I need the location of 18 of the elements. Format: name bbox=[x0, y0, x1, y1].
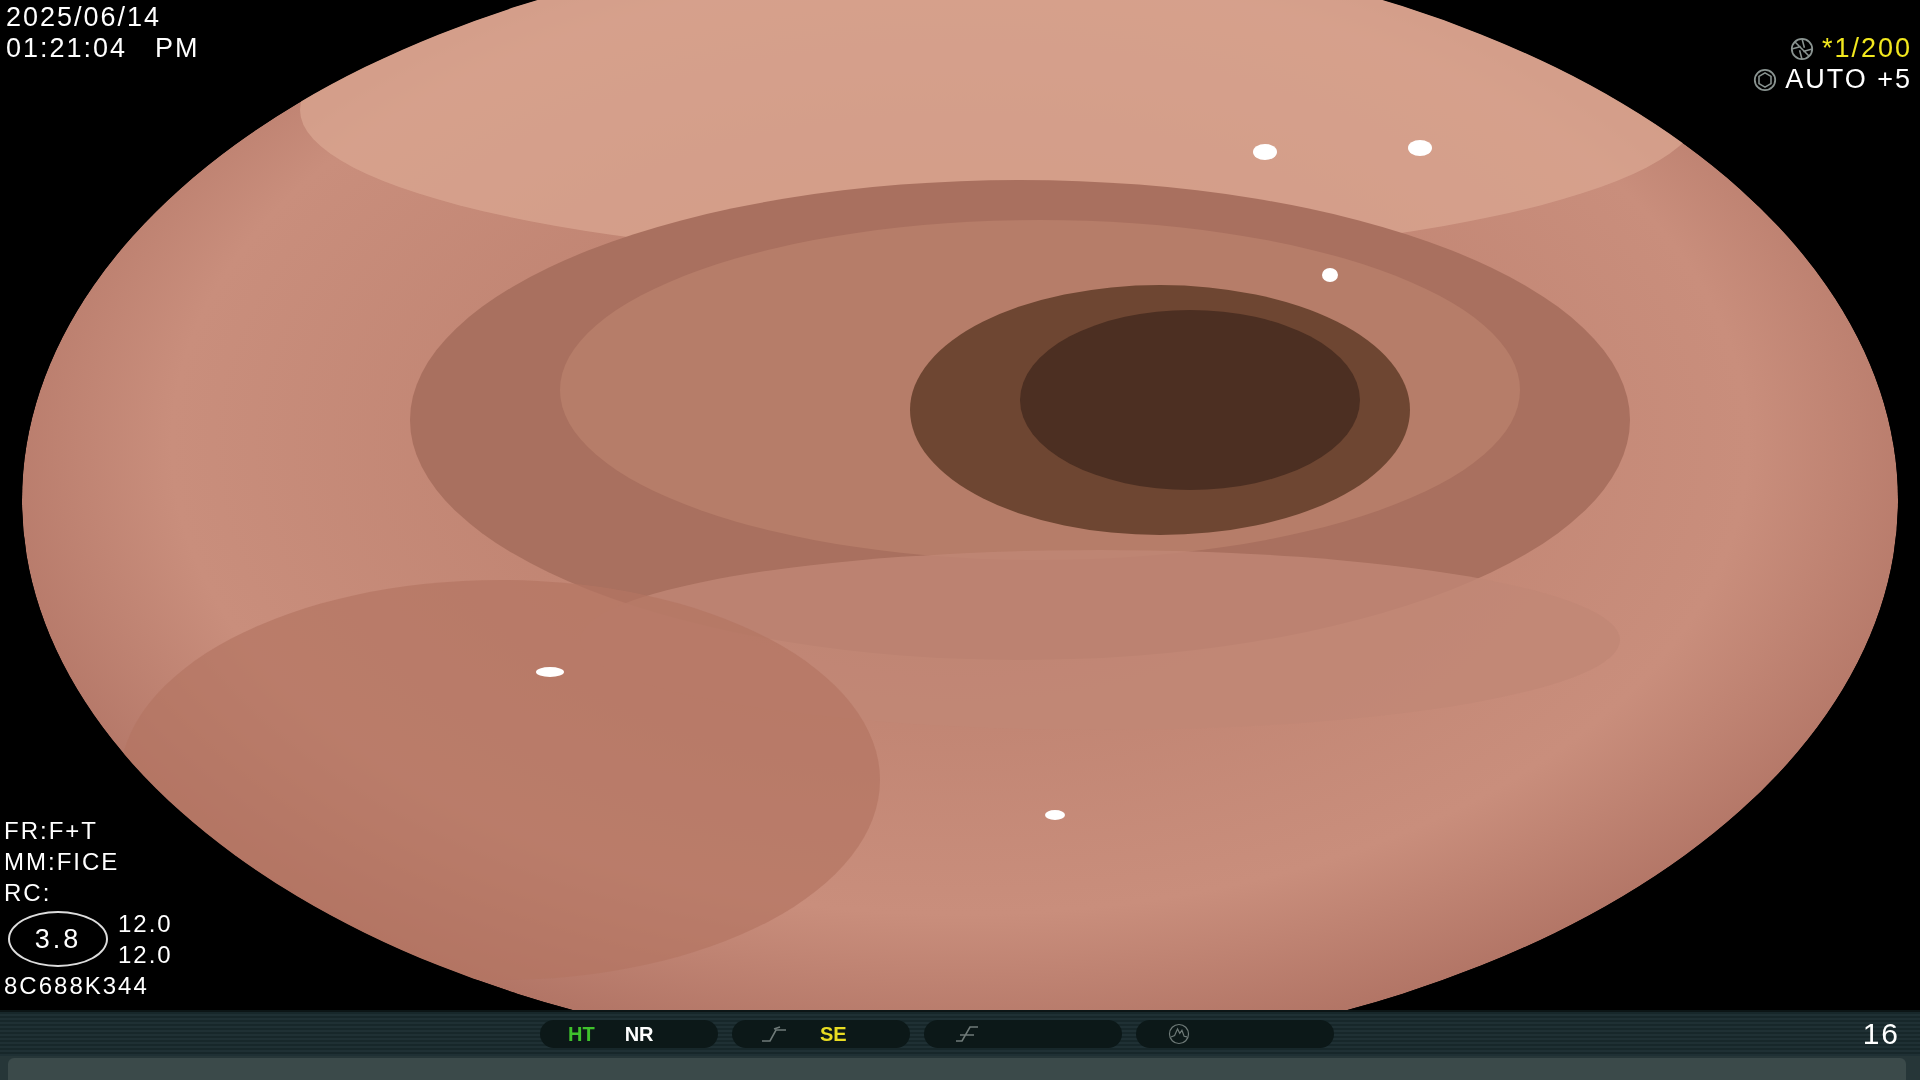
zoom-value: 12.0 bbox=[118, 940, 173, 970]
meridiem-text: PM bbox=[155, 33, 200, 64]
iris-icon bbox=[1753, 67, 1778, 92]
status-label: SE bbox=[820, 1022, 847, 1046]
serial-text: 8C688K344 bbox=[4, 971, 150, 1001]
zoom-value: 12.0 bbox=[118, 909, 173, 939]
zoom-badge: 3.8 bbox=[8, 911, 108, 967]
time-text: 01:21:04 bbox=[6, 33, 128, 64]
page-number: 16 bbox=[1862, 1017, 1900, 1051]
iris-value: AUTO +5 bbox=[1785, 64, 1912, 95]
shutter-value: *1/200 bbox=[1821, 33, 1912, 64]
setting-text: FR:F+T bbox=[4, 816, 99, 846]
shutter-icon bbox=[1789, 36, 1814, 61]
setting-text: RC: bbox=[4, 878, 53, 908]
date-text: 2025/06/14 bbox=[6, 2, 163, 33]
status-label: HT bbox=[568, 1022, 595, 1046]
status-label: NR bbox=[624, 1022, 654, 1046]
setting-text: MM:FICE bbox=[4, 847, 121, 877]
